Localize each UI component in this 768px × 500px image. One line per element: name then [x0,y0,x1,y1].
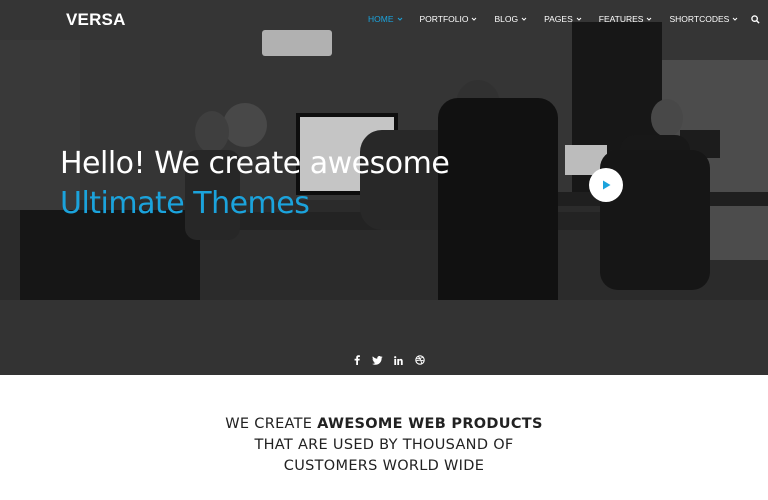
hero-section: VERSA HOME PORTFOLIO BLOG PAGES FEATURES… [0,0,768,375]
linkedin-icon[interactable] [388,354,409,366]
chevron-down-icon [647,17,652,21]
tagline-line1: WE CREATE AWESOME WEB PRODUCTS [0,414,768,435]
nav-item-shortcodes[interactable]: SHORTCODES [669,14,738,24]
nav-item-label: HOME [368,14,394,24]
tagline-part1: WE CREATE [225,416,318,432]
nav-item-pages[interactable]: PAGES [544,14,582,24]
chevron-down-icon [732,17,738,21]
tagline-line2: THAT ARE USED BY THOUSAND OF [254,437,514,453]
nav-item-blog[interactable]: BLOG [494,14,527,24]
nav-item-label: PORTFOLIO [419,14,469,24]
twitter-icon[interactable] [367,354,388,366]
search-icon[interactable] [751,14,760,24]
facebook-icon[interactable] [346,354,367,366]
logo[interactable]: VERSA [66,10,126,30]
chevron-down-icon [521,17,527,21]
tagline-part1-bold: AWESOME WEB PRODUCTS [317,416,543,432]
hero-headline: Hello! We create awesome Ultimate Themes [60,144,450,224]
nav-item-label: FEATURES [598,14,644,24]
intro-tagline: WE CREATE AWESOME WEB PRODUCTS THAT ARE … [0,414,768,477]
play-video-button[interactable] [589,168,623,202]
hero-headline-line2: Ultimate Themes [60,186,310,221]
play-icon [603,180,611,190]
nav-item-features[interactable]: FEATURES [599,14,653,24]
chevron-down-icon [397,17,402,21]
dribbble-icon[interactable] [409,354,430,366]
chevron-down-icon [472,17,477,21]
tagline-line3: CUSTOMERS WORLD WIDE [283,458,485,474]
nav-item-label: BLOG [494,14,519,24]
hero-headline-line1: Hello! We create awesome [60,146,450,181]
nav-item-portfolio[interactable]: PORTFOLIO [420,14,478,24]
social-links [346,354,430,366]
nav-item-home[interactable]: HOME [368,14,403,24]
chevron-down-icon [576,17,582,21]
nav-item-label: PAGES [544,14,573,24]
nav-item-label: SHORTCODES [669,14,730,24]
main-nav: HOME PORTFOLIO BLOG PAGES FEATURES SHORT… [368,14,760,24]
